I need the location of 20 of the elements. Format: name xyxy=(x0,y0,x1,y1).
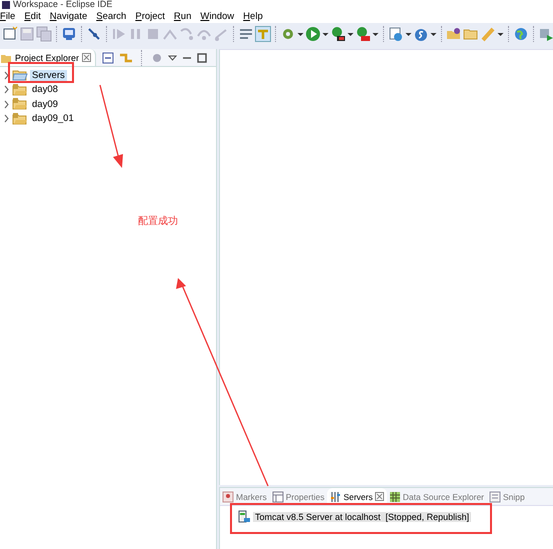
menu-item[interactable]: Project xyxy=(135,10,168,22)
menu-item[interactable]: Search xyxy=(96,10,130,22)
annotation-text: 配置成功 xyxy=(138,214,178,228)
server-entry[interactable]: Tomcat v8.5 Server at localhost [Stopped, Republish] xyxy=(253,512,472,522)
tree-item[interactable]: day09 xyxy=(30,98,60,110)
menu-item[interactable]: Window xyxy=(200,10,238,22)
menu-item[interactable]: File xyxy=(0,10,18,22)
tree-item[interactable]: day09_01 xyxy=(30,113,76,124)
panel-tab[interactable]: Properties xyxy=(270,488,328,505)
panel-tab[interactable]: Snipp xyxy=(487,488,528,505)
panel-tab[interactable]: Data Source Explorer xyxy=(386,488,488,505)
menu-item[interactable]: Help xyxy=(243,10,266,22)
tree-item[interactable]: Servers xyxy=(30,70,67,81)
window-title: Workspace - Eclipse IDE xyxy=(13,0,112,9)
menu-item[interactable]: Run xyxy=(174,10,194,22)
menu-item[interactable]: Navigate xyxy=(50,10,90,22)
view-tab[interactable]: Project Explorer xyxy=(0,49,96,66)
panel-tab[interactable]: Markers xyxy=(220,488,270,505)
menu-item[interactable]: Edit xyxy=(24,10,44,22)
tree-item[interactable]: day08 xyxy=(30,84,60,96)
